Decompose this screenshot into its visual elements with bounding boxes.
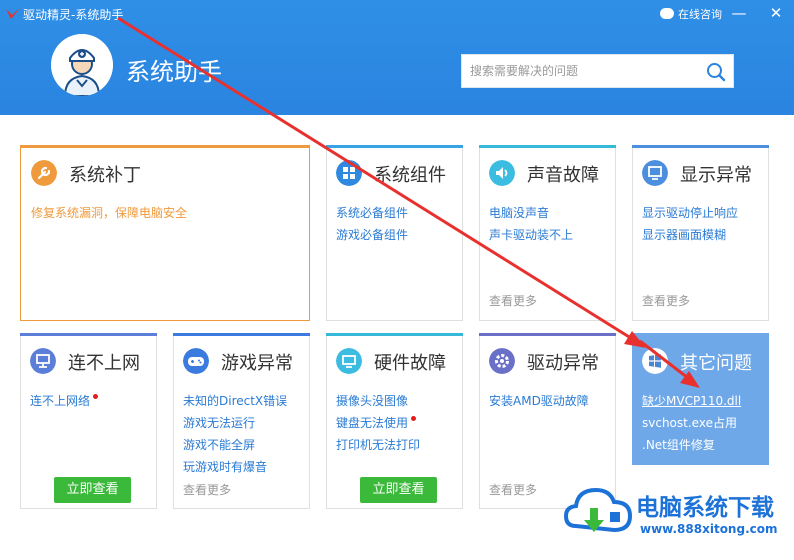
- close-button[interactable]: ✕: [765, 3, 787, 23]
- card-accent-line: [479, 145, 616, 148]
- see-more-link[interactable]: 查看更多: [489, 481, 537, 498]
- card-link[interactable]: 打印机无法打印: [336, 436, 420, 453]
- monitor-icon: [642, 160, 668, 186]
- wrench-icon: [31, 160, 57, 186]
- card-link[interactable]: .Net组件修复: [642, 436, 715, 453]
- card-other-issues[interactable]: 其它问题 缺少MVCP110.dll svchost.exe占用 .Net组件修…: [632, 333, 769, 465]
- online-consult-link[interactable]: 在线咨询: [660, 6, 722, 22]
- card-game-issue[interactable]: 游戏异常 未知的DirectX错误 游戏无法运行 游戏不能全屏 玩游戏时有爆音 …: [173, 333, 310, 509]
- view-now-button[interactable]: 立即查看: [360, 477, 437, 503]
- card-link[interactable]: 游戏不能全屏: [183, 436, 255, 453]
- windows-icon: [642, 348, 668, 374]
- watermark-url: www.888xitong.com: [640, 522, 778, 536]
- chat-bubble-icon: [660, 8, 674, 19]
- card-link-row[interactable]: 键盘无法使用: [336, 414, 417, 431]
- card-link[interactable]: svchost.exe占用: [642, 414, 737, 431]
- watermark-title: 电脑系统下载: [636, 495, 774, 521]
- search-icon[interactable]: [706, 62, 726, 82]
- header-bar: 驱动精灵-系统助手 在线咨询 — ✕ 系统助手: [0, 0, 794, 115]
- gear-icon: [489, 348, 515, 374]
- card-title: 显示异常: [680, 165, 752, 186]
- card-accent-line: [632, 145, 769, 148]
- card-title: 连不上网: [68, 353, 140, 374]
- cloud-download-icon: [564, 487, 633, 533]
- see-more-link[interactable]: 查看更多: [183, 481, 231, 498]
- card-accent-line: [173, 333, 310, 336]
- speaker-icon: [489, 160, 515, 186]
- card-accent-line: [20, 333, 157, 336]
- view-now-button[interactable]: 立即查看: [54, 477, 131, 503]
- card-title: 硬件故障: [374, 353, 446, 374]
- card-link[interactable]: 未知的DirectX错误: [183, 392, 287, 409]
- card-accent-line: [326, 333, 463, 336]
- card-link[interactable]: 连不上网络: [30, 394, 90, 408]
- network-icon: [30, 348, 56, 374]
- card-link[interactable]: 声卡驱动装不上: [489, 226, 573, 243]
- card-sound-issue[interactable]: 声音故障 电脑没声音 声卡驱动装不上 查看更多: [479, 145, 616, 321]
- card-description[interactable]: 修复系统漏洞，保障电脑安全: [31, 204, 187, 221]
- card-link[interactable]: 游戏无法运行: [183, 414, 255, 431]
- card-hardware-issue[interactable]: 硬件故障 摄像头没图像 键盘无法使用 打印机无法打印 立即查看: [326, 333, 463, 509]
- card-link[interactable]: 摄像头没图像: [336, 392, 408, 409]
- card-link[interactable]: 显示驱动停止响应: [642, 204, 738, 221]
- card-accent-line: [20, 145, 310, 148]
- card-network-issue[interactable]: 连不上网 连不上网络 立即查看: [20, 333, 157, 509]
- card-system-patch[interactable]: 系统补丁 修复系统漏洞，保障电脑安全: [20, 145, 310, 321]
- online-consult-label: 在线咨询: [678, 8, 722, 21]
- card-title: 驱动异常: [527, 353, 599, 374]
- card-link[interactable]: 玩游戏时有爆音: [183, 458, 267, 475]
- card-title: 系统补丁: [69, 165, 141, 186]
- see-more-link[interactable]: 查看更多: [489, 292, 537, 309]
- new-badge-dot: [93, 394, 99, 399]
- card-accent-line: [326, 145, 463, 148]
- window-title: 驱动精灵-系统助手: [23, 8, 124, 22]
- card-link[interactable]: 显示器画面模糊: [642, 226, 726, 243]
- puzzle-icon: [336, 160, 362, 186]
- card-link[interactable]: 键盘无法使用: [336, 416, 408, 430]
- card-title: 游戏异常: [221, 353, 293, 374]
- app-title: 系统助手: [126, 58, 222, 86]
- card-title: 其它问题: [680, 353, 752, 374]
- see-more-link[interactable]: 查看更多: [642, 292, 690, 309]
- card-link[interactable]: 电脑没声音: [489, 204, 549, 221]
- minimize-button[interactable]: —: [728, 3, 750, 23]
- card-title: 声音故障: [527, 165, 599, 186]
- card-link[interactable]: 缺少MVCP110.dll: [642, 392, 741, 409]
- card-title: 系统组件: [374, 165, 446, 186]
- card-link[interactable]: 系统必备组件: [336, 204, 408, 221]
- search-box: [461, 54, 734, 88]
- doctor-avatar: [51, 34, 113, 96]
- watermark: 电脑系统下载 www.888xitong.com: [560, 480, 794, 560]
- card-system-components[interactable]: 系统组件 系统必备组件 游戏必备组件: [326, 145, 463, 321]
- card-link[interactable]: 游戏必备组件: [336, 226, 408, 243]
- new-badge-dot: [411, 416, 417, 421]
- search-input[interactable]: [468, 63, 700, 79]
- gamepad-icon: [183, 348, 209, 374]
- card-link[interactable]: 安装AMD驱动故障: [489, 392, 589, 409]
- card-link-row[interactable]: 连不上网络: [30, 392, 99, 409]
- doctor-avatar-icon: [51, 34, 113, 96]
- app-logo-icon: [6, 8, 20, 19]
- card-display-issue[interactable]: 显示异常 显示驱动停止响应 显示器画面模糊 查看更多: [632, 145, 769, 321]
- hardware-icon: [336, 348, 362, 374]
- card-accent-line: [479, 333, 616, 336]
